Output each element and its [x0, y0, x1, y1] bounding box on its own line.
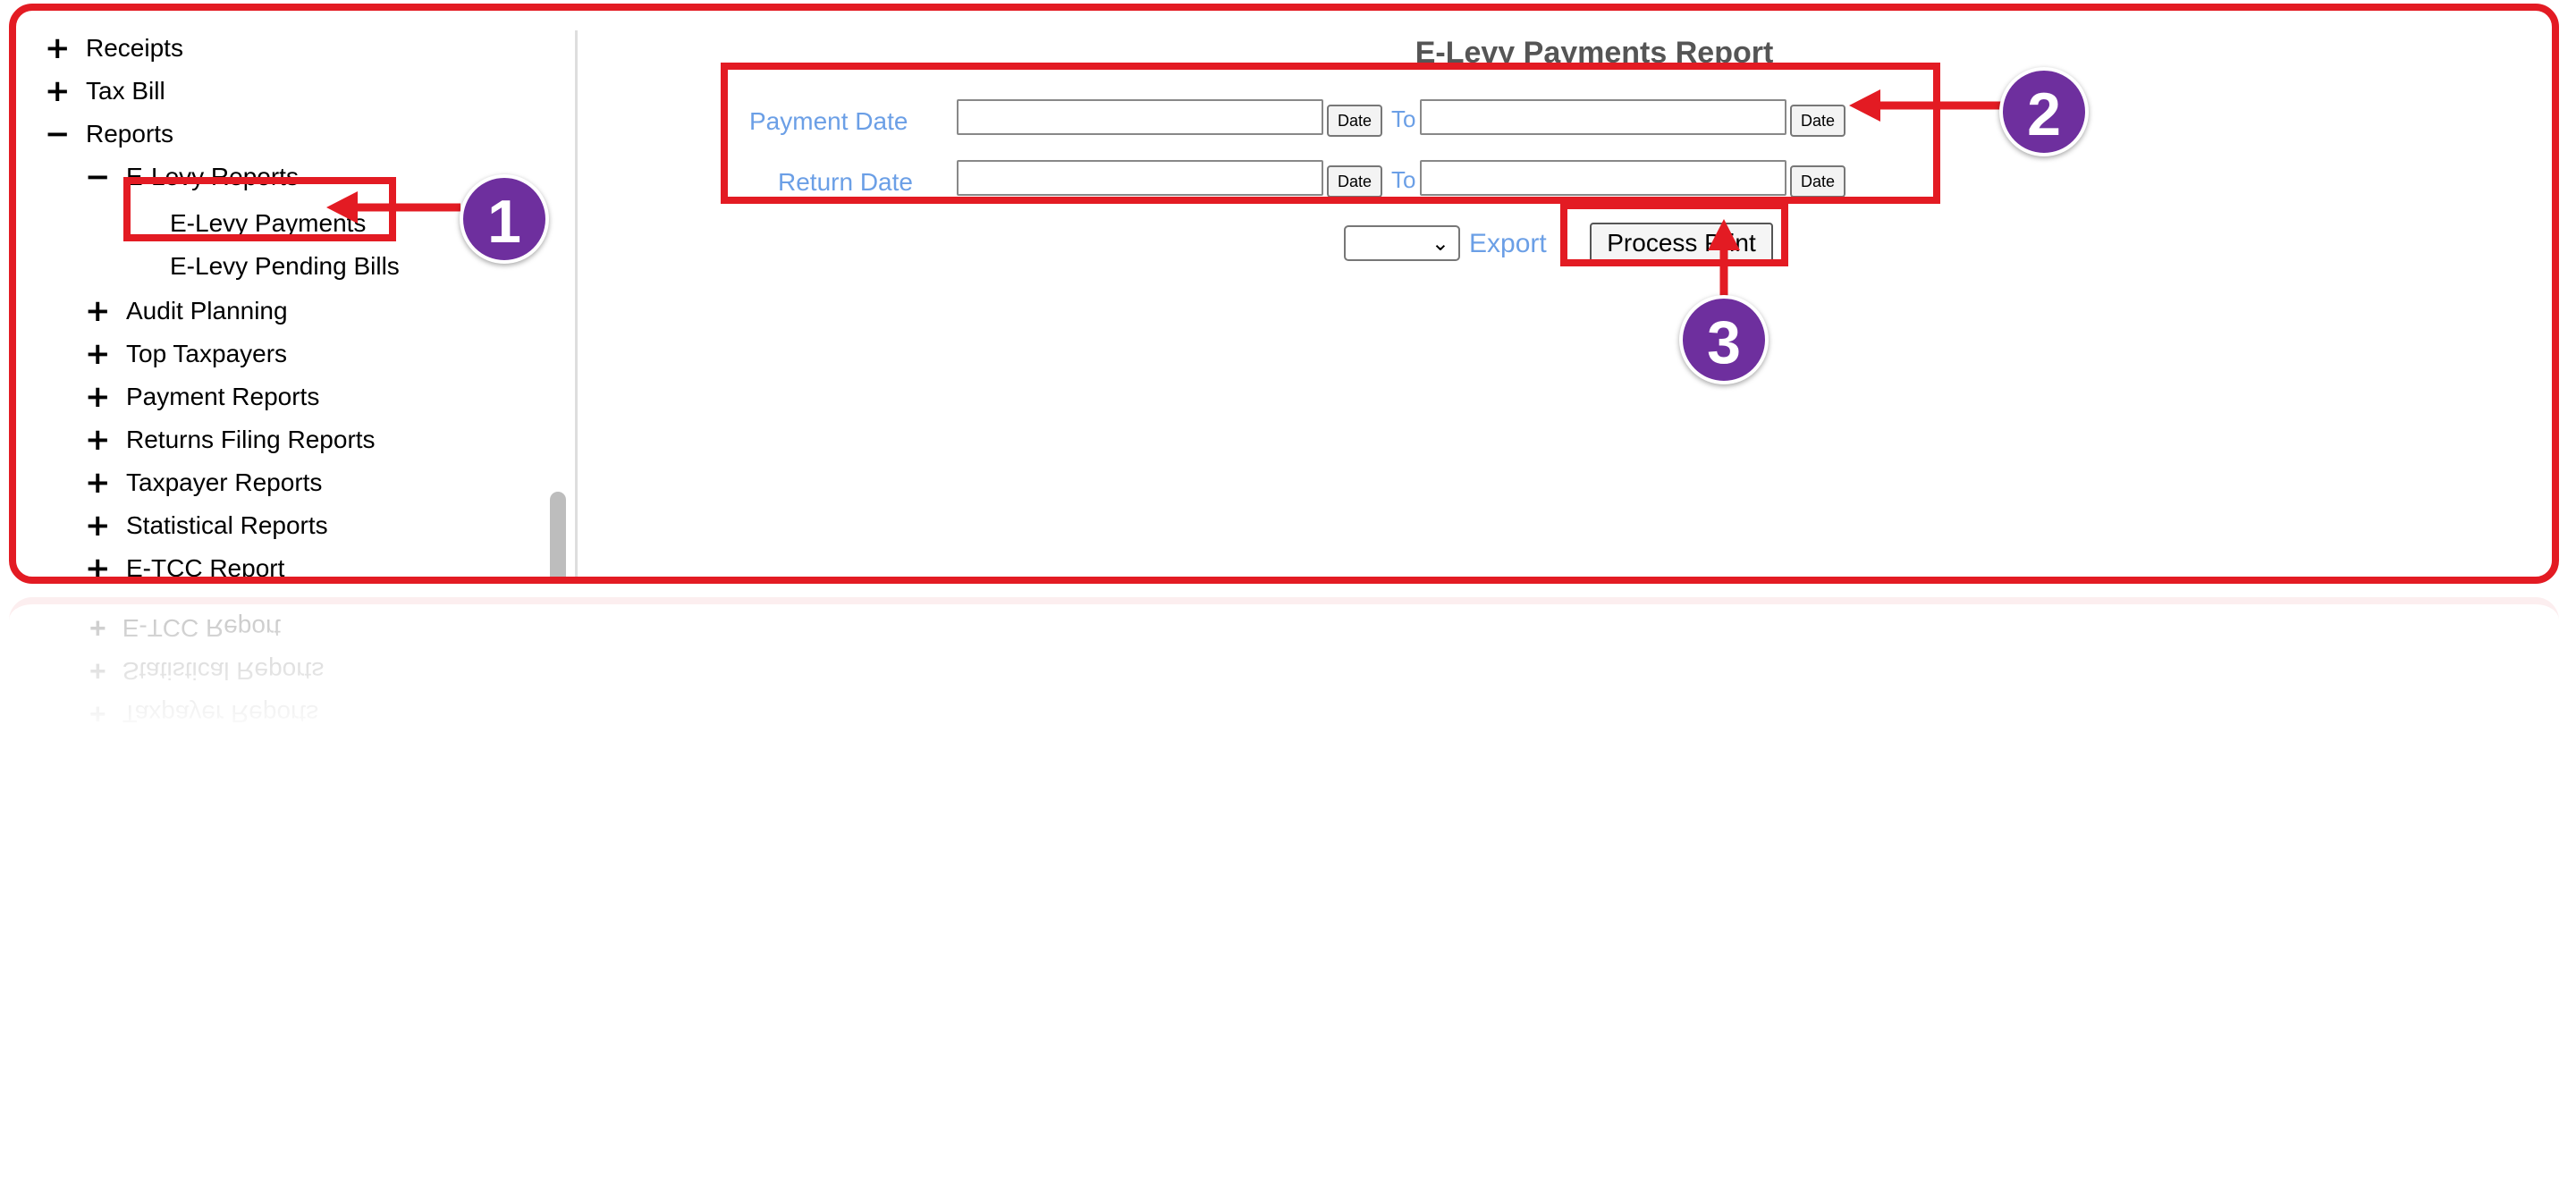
step-badge-1: 1 — [460, 174, 549, 264]
annotation-arrows — [326, 89, 2006, 302]
step-badge-2: 2 — [1999, 67, 2089, 156]
step-badge-3: 3 — [1679, 295, 1769, 384]
frame-reflection: + E-TCC Report + Statistical Reports + T… — [9, 597, 2559, 758]
arrow-2-head — [1849, 89, 1880, 122]
arrow-1-head — [326, 191, 358, 223]
reflection-fade — [9, 604, 2559, 758]
arrow-3-head — [1708, 219, 1740, 250]
